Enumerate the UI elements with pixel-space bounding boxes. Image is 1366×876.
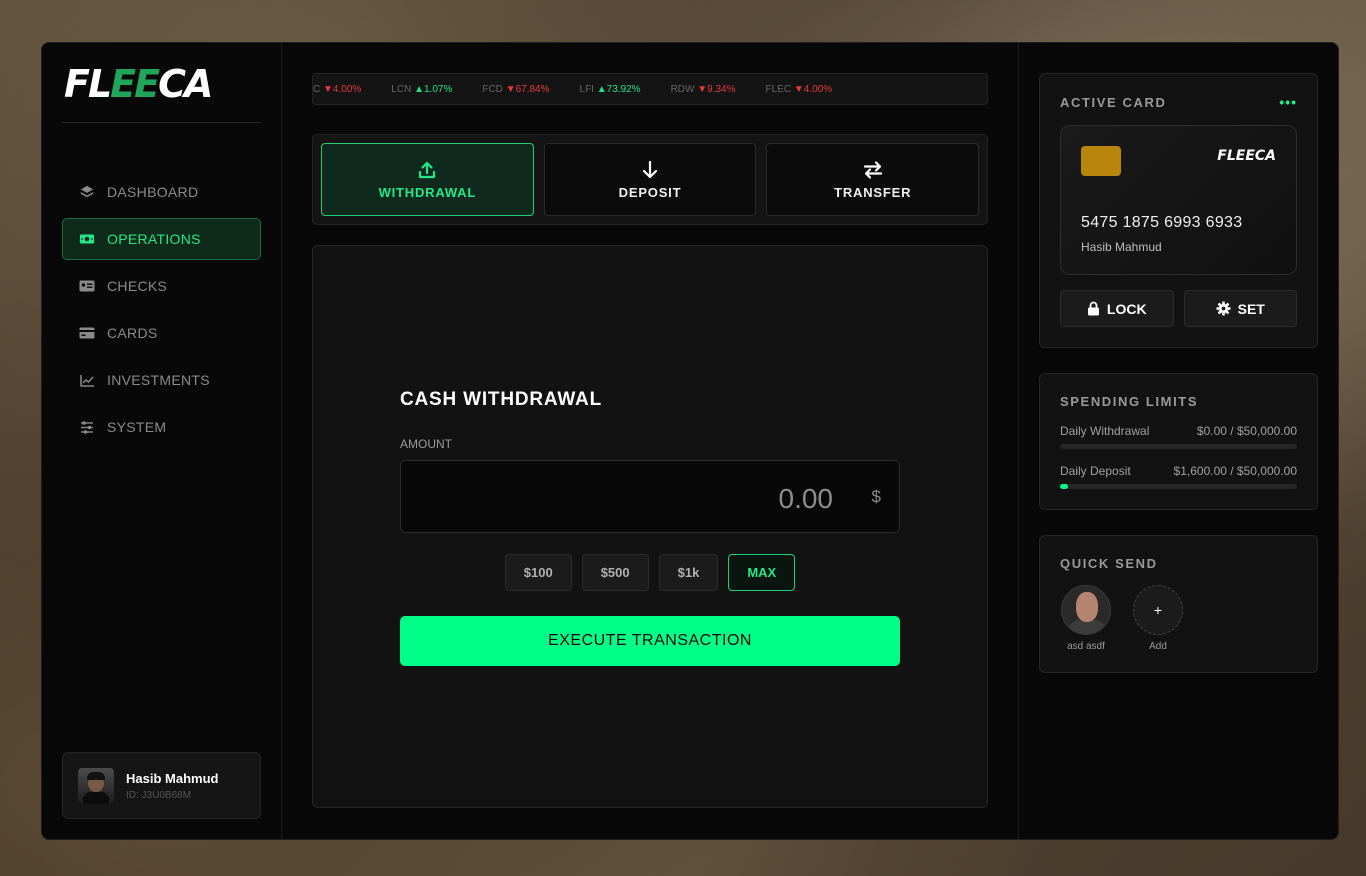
operation-panel: CASH WITHDRAWAL AMOUNT 0.00 $ $100 $500 … bbox=[312, 245, 988, 808]
bank-card[interactable]: FLEECA 5475 1875 6993 6933 Hasib Mahmud bbox=[1060, 125, 1297, 275]
ticker-item: C ▼4.00% bbox=[313, 83, 362, 95]
sidebar-item-label: CARDS bbox=[107, 325, 158, 341]
lock-card-button[interactable]: LOCK bbox=[1060, 290, 1174, 327]
set-label: SET bbox=[1237, 300, 1265, 317]
tab-transfer[interactable]: TRANSFER bbox=[766, 143, 980, 216]
chart-line-icon bbox=[79, 372, 95, 388]
layers-icon bbox=[79, 184, 95, 200]
spending-limits-title: SPENDING LIMITS bbox=[1060, 394, 1199, 409]
credit-card-icon bbox=[79, 325, 95, 341]
card-settings-button[interactable]: SET bbox=[1183, 290, 1297, 327]
preset-100-button[interactable]: $100 bbox=[504, 554, 572, 591]
withdrawal-form: CASH WITHDRAWAL AMOUNT 0.00 $ $100 $500 … bbox=[400, 389, 900, 666]
right-panel: ACTIVE CARD ••• FLEECA 5475 1875 6993 69… bbox=[1019, 43, 1338, 839]
fleeca-logo: FLEECA bbox=[62, 63, 261, 123]
more-options-icon[interactable]: ••• bbox=[1279, 94, 1297, 110]
sidebar-item-label: DASHBOARD bbox=[107, 184, 199, 200]
preset-500-button[interactable]: $500 bbox=[581, 554, 649, 591]
sidebar-item-operations[interactable]: OPERATIONS bbox=[62, 218, 261, 260]
ticker-item: LFI ▲73.92% bbox=[579, 83, 641, 95]
sidebar-item-system[interactable]: SYSTEM bbox=[62, 406, 261, 448]
spending-limits-section: SPENDING LIMITS Daily Withdrawal $0.00 /… bbox=[1039, 373, 1318, 510]
user-id: ID: J3U0B68M bbox=[126, 789, 192, 801]
contact-name: asd asdf bbox=[1067, 641, 1105, 652]
user-profile-card[interactable]: Hasib Mahmud ID: J3U0B68M bbox=[62, 752, 261, 819]
main-content: C ▼4.00% LCN ▲1.07% FCD ▼67.84% LFI ▲73.92%… bbox=[282, 43, 1019, 839]
execute-transaction-button[interactable]: EXECUTE TRANSACTION bbox=[400, 616, 900, 666]
limit-label: Daily Deposit bbox=[1060, 464, 1131, 478]
sidebar-item-cards[interactable]: CARDS bbox=[62, 312, 261, 354]
limit-value: $0.00 / $50,000.00 bbox=[1196, 424, 1297, 438]
sidebar-item-checks[interactable]: CHECKS bbox=[62, 265, 261, 307]
active-card-title: ACTIVE CARD bbox=[1060, 94, 1167, 110]
transfer-icon bbox=[863, 159, 883, 181]
lock-icon bbox=[1087, 301, 1100, 316]
preset-max-button[interactable]: MAX bbox=[728, 554, 796, 591]
active-card-section: ACTIVE CARD ••• FLEECA 5475 1875 6993 69… bbox=[1039, 73, 1318, 348]
sidebar-item-label: CHECKS bbox=[107, 278, 168, 294]
form-title: CASH WITHDRAWAL bbox=[400, 389, 602, 410]
card-actions: LOCK SET bbox=[1060, 290, 1297, 327]
limit-row-withdrawal: Daily Withdrawal $0.00 / $50,000.00 bbox=[1060, 424, 1297, 449]
preset-1k-button[interactable]: $1k bbox=[658, 554, 719, 591]
operation-tabs: WITHDRAWAL DEPOSIT TRANSFER bbox=[312, 134, 988, 225]
ticker-item: FLEC ▼4.00% bbox=[765, 83, 833, 95]
ticker-item: FCD ▼67.84% bbox=[482, 83, 550, 95]
sidebar-nav: DASHBOARD OPERATIONS CHECKS CARDS INVEST… bbox=[62, 171, 261, 448]
quick-send-title: QUICK SEND bbox=[1060, 556, 1158, 571]
amount-presets: $100 $500 $1k MAX bbox=[400, 554, 900, 591]
quick-send-list: asd asdf + Add bbox=[1060, 585, 1297, 652]
card-number: 5475 1875 6993 6933 bbox=[1081, 214, 1243, 231]
tab-withdrawal[interactable]: WITHDRAWAL bbox=[321, 143, 534, 216]
user-name: Hasib Mahmud bbox=[126, 770, 219, 786]
add-contact[interactable]: + Add bbox=[1132, 585, 1184, 652]
card-brand: FLEECA bbox=[1217, 148, 1276, 164]
ticker-item: LCN ▲1.07% bbox=[391, 83, 453, 95]
sidebar-item-investments[interactable]: INVESTMENTS bbox=[62, 359, 261, 401]
sidebar-item-label: INVESTMENTS bbox=[107, 372, 210, 388]
contact-avatar bbox=[1061, 585, 1111, 635]
tab-label: WITHDRAWAL bbox=[378, 185, 477, 200]
stock-ticker: C ▼4.00% LCN ▲1.07% FCD ▼67.84% LFI ▲73.92%… bbox=[312, 73, 988, 105]
sidebar: FLEECA DASHBOARD OPERATIONS CHECKS CARDS… bbox=[42, 43, 282, 839]
card-chip bbox=[1081, 146, 1121, 176]
ticker-item: RDW ▼9.34% bbox=[670, 83, 736, 95]
lock-label: LOCK bbox=[1106, 300, 1147, 317]
currency-symbol: $ bbox=[871, 487, 881, 506]
upload-icon bbox=[417, 159, 437, 181]
plus-icon: + bbox=[1133, 585, 1183, 635]
limit-value: $1,600.00 / $50,000.00 bbox=[1173, 464, 1297, 478]
arrow-down-icon bbox=[641, 159, 659, 181]
sliders-icon bbox=[79, 419, 95, 435]
limit-label: Daily Withdrawal bbox=[1060, 424, 1150, 438]
sidebar-item-label: OPERATIONS bbox=[107, 231, 201, 247]
sidebar-item-dashboard[interactable]: DASHBOARD bbox=[62, 171, 261, 213]
limit-row-deposit: Daily Deposit $1,600.00 / $50,000.00 bbox=[1060, 464, 1297, 489]
money-icon bbox=[79, 231, 95, 247]
tab-deposit[interactable]: DEPOSIT bbox=[543, 143, 757, 216]
card-holder: Hasib Mahmud bbox=[1081, 240, 1162, 254]
amount-label: AMOUNT bbox=[400, 437, 452, 451]
quick-send-section: QUICK SEND asd asdf + Add bbox=[1039, 535, 1318, 673]
amount-value: 0.00 bbox=[778, 483, 834, 514]
avatar bbox=[78, 767, 114, 804]
id-card-icon bbox=[79, 278, 95, 294]
gear-icon bbox=[1216, 301, 1231, 316]
tab-label: DEPOSIT bbox=[618, 185, 682, 200]
add-contact-label: Add bbox=[1149, 641, 1167, 652]
limit-progress-bar bbox=[1060, 444, 1297, 449]
limit-progress-bar bbox=[1060, 484, 1297, 489]
bank-app-window: FLEECA DASHBOARD OPERATIONS CHECKS CARDS… bbox=[41, 42, 1339, 840]
amount-input[interactable]: 0.00 $ bbox=[400, 460, 900, 533]
contact-item[interactable]: asd asdf bbox=[1060, 585, 1112, 652]
sidebar-item-label: SYSTEM bbox=[107, 419, 167, 435]
tab-label: TRANSFER bbox=[834, 185, 912, 200]
